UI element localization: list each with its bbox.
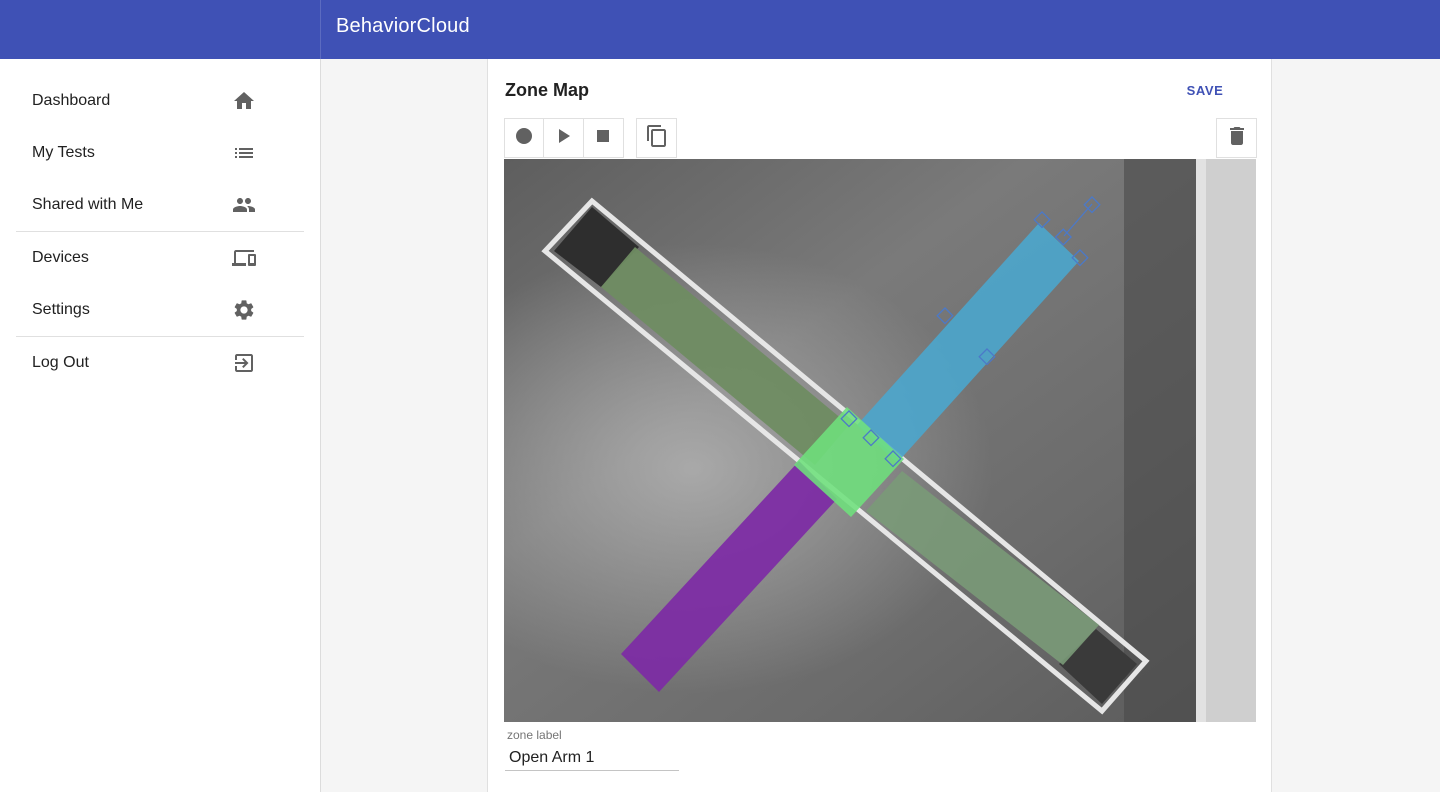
app-bar-drawer-header <box>0 0 321 59</box>
delete-toolbar <box>1216 118 1257 158</box>
zone-map-card: Zone Map SAVE zone label Open Arm 1 <box>487 59 1272 792</box>
video-frame-wall-highlight <box>1196 159 1206 722</box>
people-icon <box>232 193 256 217</box>
sidebar: Dashboard My Tests Shared with Me Device… <box>0 59 321 792</box>
record-button[interactable] <box>505 119 545 157</box>
copy-button[interactable] <box>637 119 676 157</box>
zone-map-svg[interactable] <box>504 159 1256 722</box>
sidebar-item-log-out[interactable]: Log Out <box>16 337 304 389</box>
sidebar-item-label: Log Out <box>32 354 89 371</box>
sidebar-item-dashboard[interactable]: Dashboard <box>16 75 304 127</box>
app-title: BehaviorCloud <box>336 15 470 37</box>
list-icon <box>232 141 256 165</box>
sidebar-item-my-tests[interactable]: My Tests <box>16 127 304 179</box>
sidebar-item-shared-with-me[interactable]: Shared with Me <box>16 179 304 231</box>
playback-toolbar <box>504 118 624 158</box>
gear-icon <box>232 298 256 322</box>
sidebar-item-label: Shared with Me <box>32 196 144 213</box>
play-button[interactable] <box>544 119 584 157</box>
copy-toolbar <box>636 118 677 158</box>
sidebar-item-label: Dashboard <box>32 92 111 109</box>
copy-icon <box>645 124 669 153</box>
sidebar-item-devices[interactable]: Devices <box>16 232 304 284</box>
delete-button[interactable] <box>1217 119 1256 157</box>
zone-label-caption: zone label <box>507 728 562 742</box>
delete-icon <box>1225 124 1249 153</box>
stop-button[interactable] <box>584 119 623 157</box>
video-canvas[interactable] <box>504 159 1256 722</box>
record-icon <box>515 127 533 150</box>
sidebar-item-label: Devices <box>32 249 89 266</box>
exit-icon <box>232 351 256 375</box>
sidebar-item-label: My Tests <box>32 144 95 161</box>
card-title: Zone Map <box>505 80 589 100</box>
save-button[interactable]: SAVE <box>1170 75 1240 105</box>
sidebar-item-settings[interactable]: Settings <box>16 284 304 336</box>
app-bar: BehaviorCloud <box>0 0 1440 59</box>
play-icon <box>557 128 571 149</box>
sidebar-item-label: Settings <box>32 301 90 318</box>
home-icon <box>232 89 256 113</box>
stop-icon <box>596 129 610 148</box>
zone-label-input[interactable] <box>505 745 679 771</box>
devices-icon <box>232 246 256 270</box>
video-frame-edge <box>1124 159 1196 722</box>
